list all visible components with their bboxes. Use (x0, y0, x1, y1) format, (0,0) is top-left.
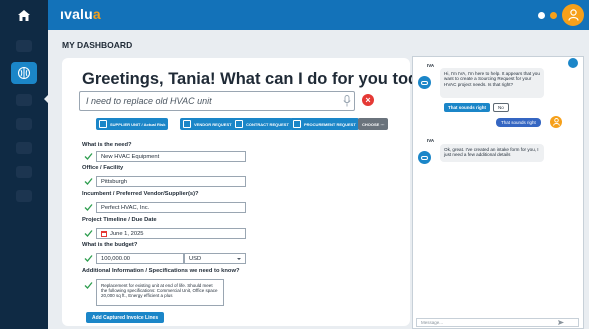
currency-select[interactable]: USD (184, 253, 246, 264)
add-invoice-lines-button[interactable]: Add Captured Invoice Lines (86, 312, 165, 323)
building-icon (99, 120, 107, 128)
chat-sender: IVA (427, 63, 435, 68)
calendar-icon (101, 230, 107, 237)
top-bar: ıvalua (0, 0, 589, 30)
chat-sender: IVA (427, 138, 435, 143)
ivalua-logo: ıvalua (60, 6, 101, 22)
sidebar (0, 30, 48, 329)
contract-icon (235, 120, 243, 128)
check-icon (84, 230, 93, 237)
prompt-input[interactable]: I need to replace old HVAC unit (79, 91, 355, 111)
bot-avatar (418, 76, 431, 89)
check-icon (84, 255, 93, 262)
page-title: MY DASHBOARD (62, 40, 133, 50)
brain-icon (17, 66, 31, 80)
check-icon (84, 178, 93, 185)
budget-input[interactable]: 100,000.00 (96, 253, 184, 264)
chevron-down-icon (237, 258, 241, 260)
close-icon: × (365, 94, 371, 105)
sidebar-item-3[interactable] (16, 94, 32, 106)
reply-no-button[interactable]: No (493, 103, 509, 112)
sidebar-item-dashboard[interactable] (11, 62, 37, 84)
chip-vendor-request[interactable]: VENDOR REQUEST (180, 118, 235, 130)
chip-supplier-unit[interactable]: SUPPLIER UNIT / Actual Risk (96, 118, 169, 130)
check-icon (84, 153, 93, 160)
intake-card: Greetings, Tania! What can I do for you … (62, 58, 447, 326)
status-dot[interactable] (550, 12, 557, 19)
user-message: That sounds right (496, 118, 541, 127)
vendor-label: Incumbent / Preferred Vendor/Supplier(s)… (82, 191, 199, 197)
sidebar-active-indicator (44, 94, 49, 104)
check-icon (84, 204, 93, 211)
greeting-heading: Greetings, Tania! What can I do for you … (82, 70, 447, 88)
sidebar-item-4[interactable] (16, 118, 32, 130)
budget-label: What is the budget? (82, 242, 138, 248)
chat-toggle-icon[interactable] (568, 58, 578, 68)
user-icon (567, 9, 579, 21)
user-avatar-button[interactable] (562, 4, 584, 26)
office-input[interactable]: Pittsburgh (96, 176, 246, 187)
notification-dot[interactable] (538, 12, 545, 19)
chip-choose-more[interactable]: CHOOSE ⋯ (358, 118, 389, 130)
office-label: Office / Facility (82, 165, 124, 171)
need-label: What is the need? (82, 142, 132, 148)
user-icon (552, 118, 560, 126)
bot-icon (421, 80, 428, 85)
chat-message-input[interactable]: Message... (416, 318, 579, 327)
vendor-icon (183, 120, 191, 128)
home-icon (18, 9, 30, 21)
chip-procurement-request[interactable]: PROCUREMENT REQUEST (290, 118, 359, 130)
info-label: Additional Information / Specifications … (82, 268, 240, 274)
clear-button[interactable]: × (362, 94, 374, 106)
need-input[interactable]: New HVAC Equipment (96, 151, 246, 162)
chip-contract-request[interactable]: CONTRACT REQUEST (232, 118, 292, 130)
sidebar-item-7[interactable] (16, 190, 32, 202)
timeline-label: Project Timeline / Due Date (82, 217, 157, 223)
chat-message: Ok, great. I've created an intake form f… (440, 144, 544, 162)
sidebar-item-5[interactable] (16, 142, 32, 154)
vendor-input[interactable]: Perfect HVAC, Inc. (96, 202, 246, 213)
info-textarea[interactable]: Replacement for existing unit at end of … (96, 279, 224, 306)
cart-icon (293, 120, 301, 128)
bot-avatar (418, 151, 431, 164)
home-button[interactable] (0, 0, 48, 30)
bot-icon (421, 155, 428, 160)
chat-message: Hi, I'm IVA, I'm here to help. It appear… (440, 68, 544, 98)
send-icon[interactable] (558, 320, 564, 325)
check-icon (84, 282, 93, 289)
sidebar-item-1[interactable] (16, 40, 32, 52)
request-type-chips: SUPPLIER UNIT / Actual Risk VENDOR REQUE… (96, 118, 396, 130)
user-avatar (550, 116, 562, 128)
sidebar-item-6[interactable] (16, 166, 32, 178)
timeline-input[interactable]: June 1, 2025 (96, 228, 246, 239)
microphone-icon[interactable] (343, 95, 351, 107)
reply-yes-button[interactable]: That sounds right (444, 103, 490, 112)
